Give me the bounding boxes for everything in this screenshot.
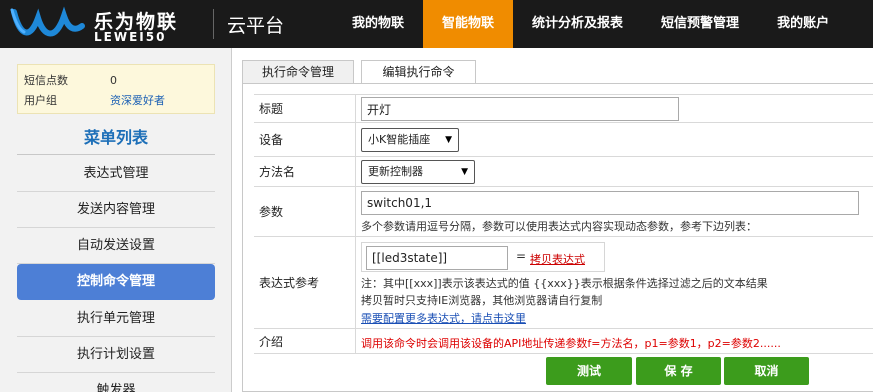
expression-note: 注：其中[[xxx]]表示该表达式的值 {{xxx}}表示根据条件选择过滤之后的…: [361, 277, 768, 290]
equals-sign: =: [516, 249, 527, 263]
stat-label: 用户组: [24, 94, 57, 107]
stat-user-group: 用户组 资深爱好者: [24, 92, 165, 108]
tab-command-management[interactable]: 执行命令管理: [242, 60, 354, 84]
nav-statistics-reports[interactable]: 统计分析及报表: [513, 0, 642, 48]
form-row-title: 标题: [254, 94, 873, 122]
expression-input[interactable]: [366, 246, 508, 270]
save-button[interactable]: 保 存: [636, 357, 721, 385]
cancel-button[interactable]: 取消: [724, 357, 809, 385]
form-row-device: 设备 小K智能插座 ▼: [254, 122, 873, 156]
stat-sms-points: 短信点数 0: [24, 72, 117, 88]
sidebar-item-execution-unit-management[interactable]: 执行单元管理: [17, 301, 215, 337]
sidebar-item-expression-management[interactable]: 表达式管理: [17, 156, 215, 192]
nav-sms-alerts[interactable]: 短信预警管理: [642, 0, 758, 48]
logo-english-text: LEWEI50: [94, 30, 167, 44]
title-input[interactable]: [361, 97, 679, 121]
sidebar-menu: 表达式管理 发送内容管理 自动发送设置 控制命令管理 执行单元管理 执行计划设置…: [17, 156, 215, 392]
account-stats: 短信点数 0 用户组 资深爱好者: [17, 64, 215, 114]
main-nav: 我的物联 智能物联 统计分析及报表 短信预警管理 我的账户: [333, 0, 848, 48]
method-select[interactable]: 更新控制器 ▼: [361, 160, 475, 184]
title-label: 标题: [254, 95, 356, 122]
divider: [17, 154, 215, 155]
platform-title: 云平台: [227, 15, 285, 37]
device-select-value: 小K智能插座: [368, 133, 431, 146]
sidebar-item-trigger[interactable]: 触发器: [17, 373, 215, 392]
nav-my-account[interactable]: 我的账户: [758, 0, 848, 48]
params-hint: 多个参数请用逗号分隔，参数可以使用表达式内容实现动态参数，参考下边列表：: [361, 220, 757, 233]
params-label: 参数: [254, 187, 356, 236]
form-row-intro: 介绍 调用该命令时会调用该设备的API地址传递参数f=方法名，p1=参数1，p2…: [254, 328, 873, 354]
copy-browser-note: 拷贝暂时只支持IE浏览器，其他浏览器请自行复制: [361, 294, 603, 307]
form-row-method: 方法名 更新控制器 ▼: [254, 156, 873, 186]
nav-my-iot[interactable]: 我的物联: [333, 0, 423, 48]
params-input[interactable]: [361, 191, 859, 215]
intro-text: 调用该命令时会调用该设备的API地址传递参数f=方法名，p1=参数1，p2=参数…: [361, 337, 781, 350]
sidebar-item-control-command-management[interactable]: 控制命令管理: [17, 264, 215, 300]
sidebar-item-send-content-management[interactable]: 发送内容管理: [17, 192, 215, 228]
method-label: 方法名: [254, 157, 356, 186]
dropdown-arrow-icon: ▼: [445, 135, 452, 145]
configure-more-expressions-link[interactable]: 需要配置更多表达式，请点击这里: [361, 310, 526, 326]
stat-value: 0: [110, 74, 117, 87]
expression-box: = 拷贝表达式: [361, 242, 605, 272]
expression-label: 表达式参考: [254, 237, 356, 328]
form-row-expression: 表达式参考 = 拷贝表达式 注：其中[[xxx]]表示该表达式的值 {{xxx}…: [254, 236, 873, 328]
form-row-params: 参数 多个参数请用逗号分隔，参数可以使用表达式内容实现动态参数，参考下边列表：: [254, 186, 873, 236]
menu-title: 菜单列表: [83, 128, 148, 147]
tab-edit-command[interactable]: 编辑执行命令: [361, 60, 476, 84]
logo-divider: [213, 9, 214, 39]
nav-smart-iot[interactable]: 智能物联: [423, 0, 514, 48]
sidebar-item-auto-send-settings[interactable]: 自动发送设置: [17, 228, 215, 264]
method-select-value: 更新控制器: [368, 165, 423, 178]
sidebar: 短信点数 0 用户组 资深爱好者 菜单列表 表达式管理 发送内容管理 自动发送设置 …: [0, 48, 232, 392]
device-label: 设备: [254, 123, 356, 156]
site-logo[interactable]: 乐为物联 LEWEI50: [10, 4, 220, 44]
stat-label: 短信点数: [24, 74, 68, 87]
user-group-link[interactable]: 资深爱好者: [110, 94, 165, 107]
top-header: 乐为物联 LEWEI50 云平台 我的物联 智能物联 统计分析及报表 短信预警管…: [0, 0, 873, 48]
intro-label: 介绍: [254, 329, 356, 353]
logo-mark-icon: [10, 6, 85, 37]
dropdown-arrow-icon: ▼: [461, 167, 468, 177]
sidebar-item-execution-plan-settings[interactable]: 执行计划设置: [17, 337, 215, 373]
copy-expression-link[interactable]: 拷贝表达式: [530, 251, 585, 267]
test-button[interactable]: 测试: [546, 357, 632, 385]
device-select[interactable]: 小K智能插座 ▼: [361, 128, 459, 152]
